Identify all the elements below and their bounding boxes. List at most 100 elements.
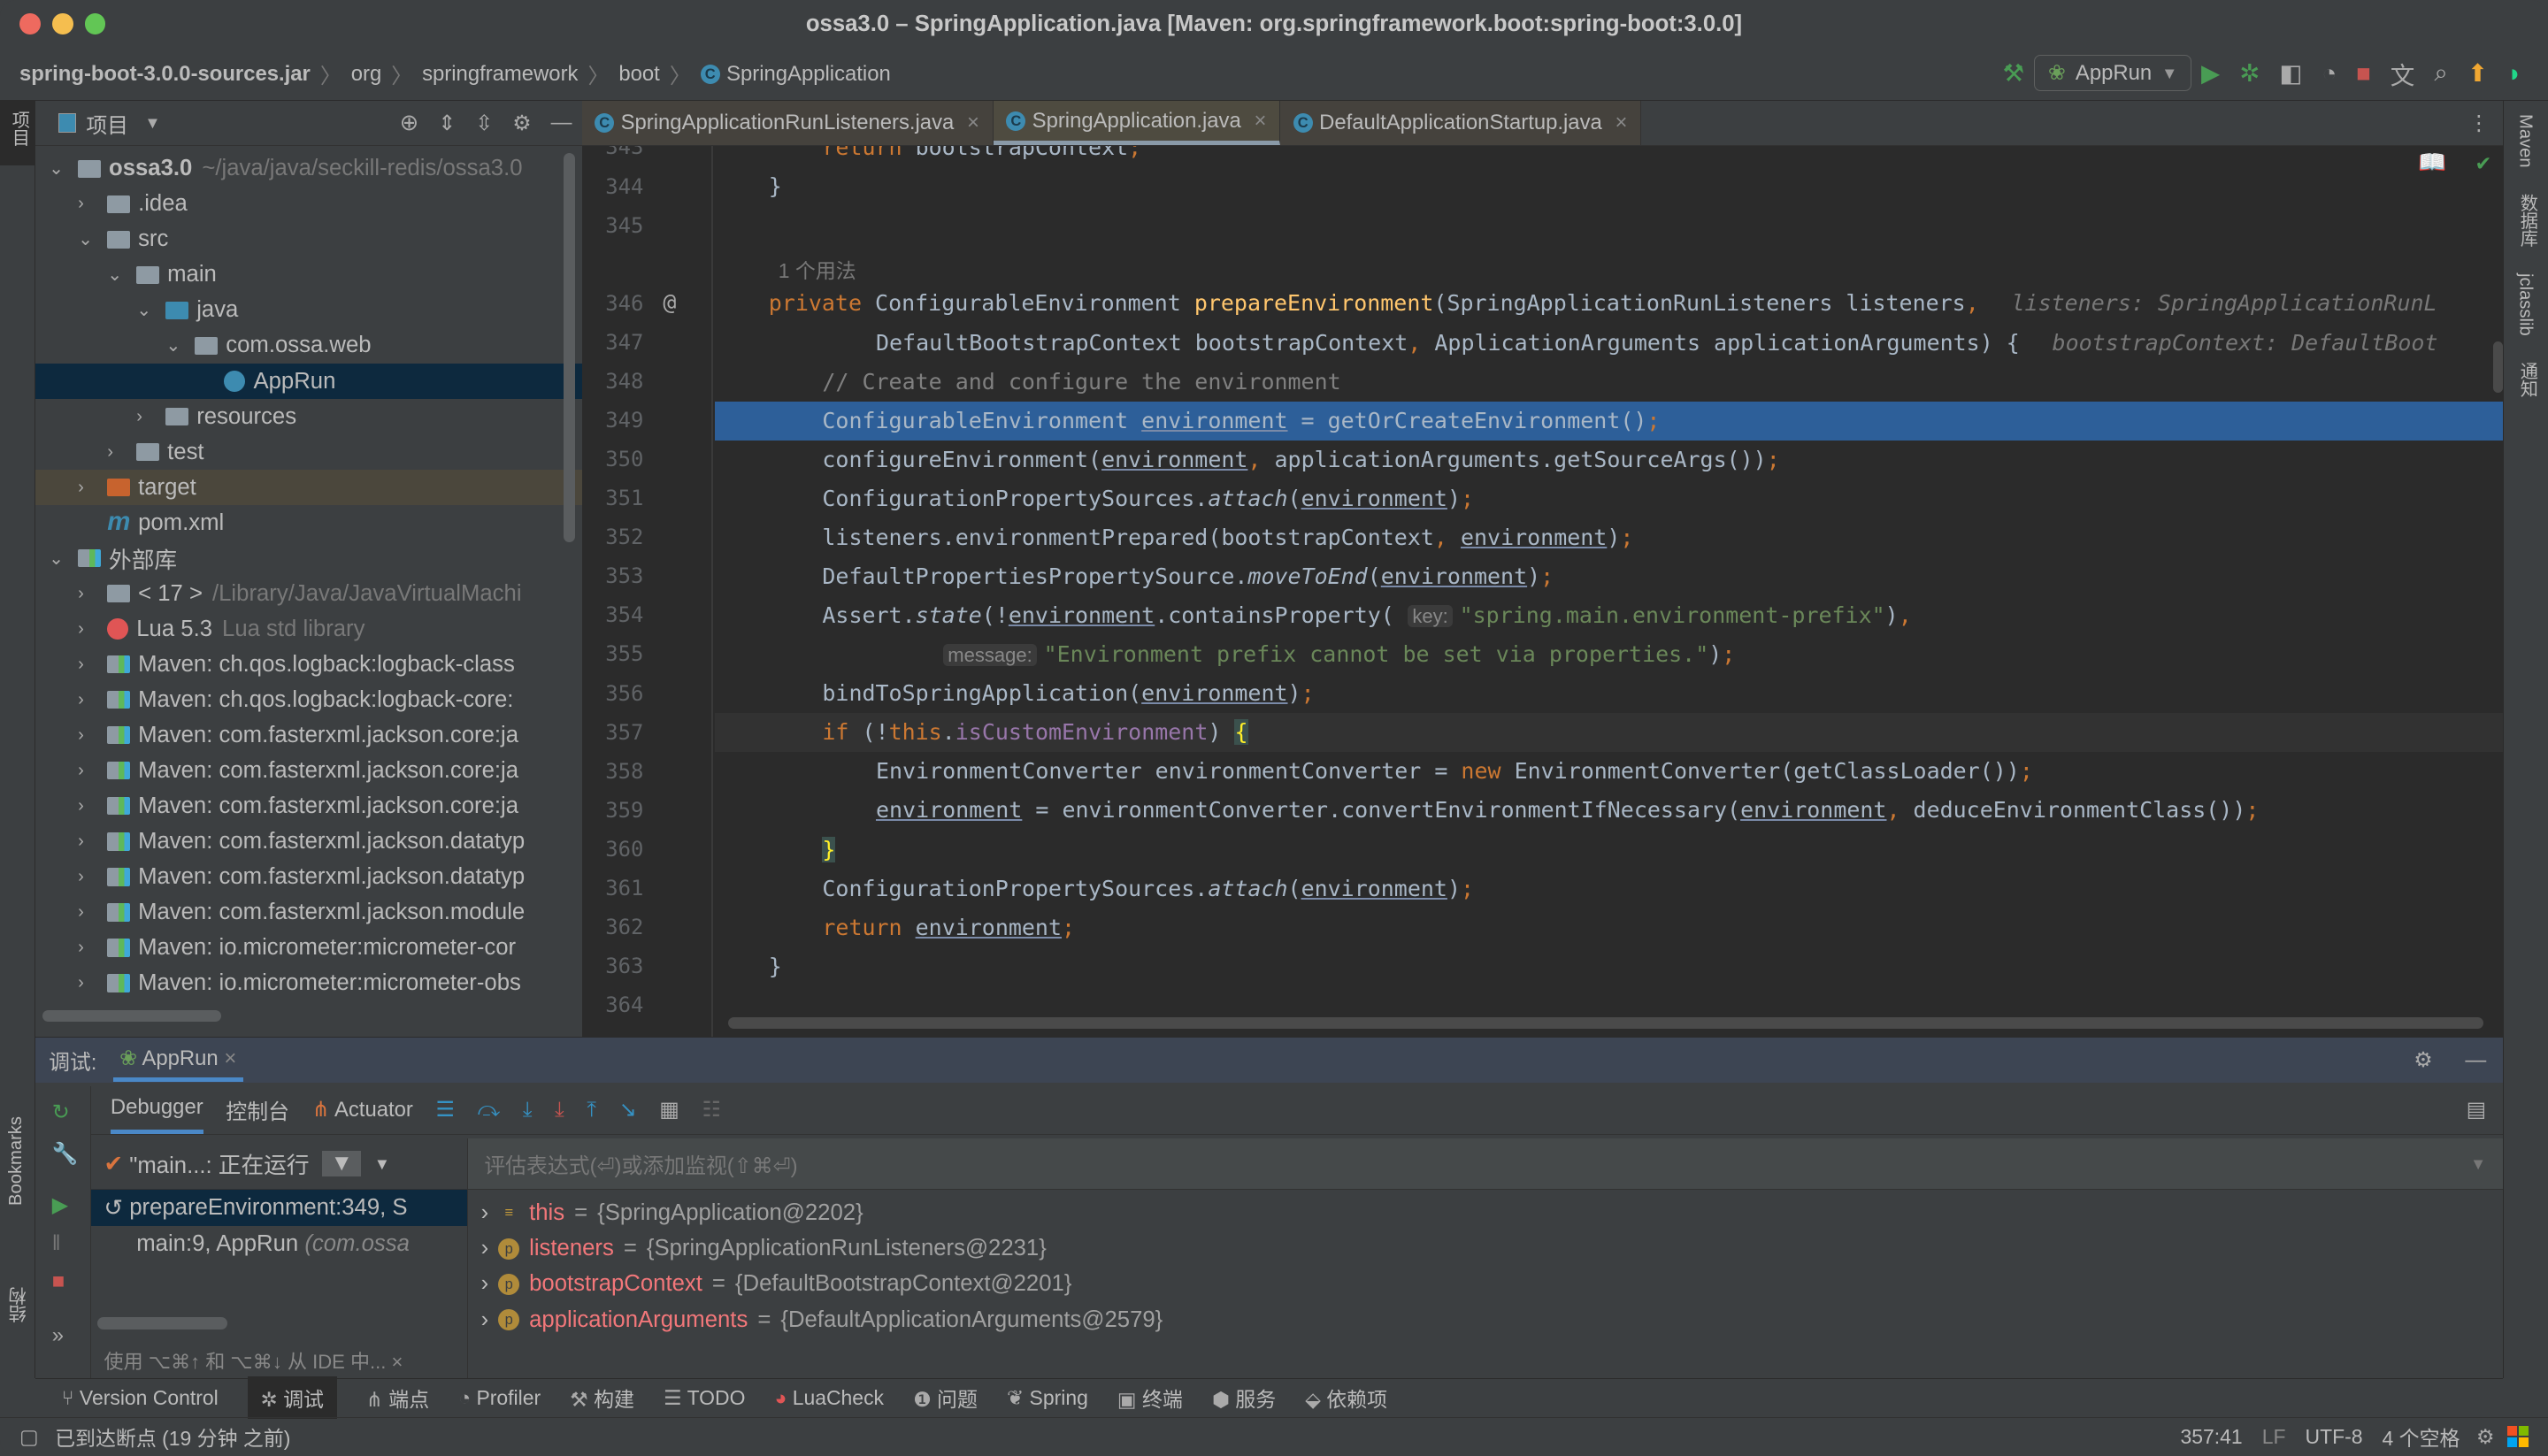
chevron-icon[interactable]: › — [78, 725, 101, 746]
expand-all-icon[interactable]: ⇕ — [438, 111, 475, 136]
close-icon[interactable]: × — [1615, 111, 1627, 135]
tree-item[interactable]: › Maven: com.fasterxml.jackson.datatyp — [35, 859, 581, 894]
tool-window-vcs[interactable]: ⑂ Version Control — [62, 1386, 219, 1410]
caret-position[interactable]: 357:41 — [2180, 1425, 2242, 1449]
usage-hint[interactable]: 1 个用法 — [779, 254, 856, 284]
run-configuration-select[interactable]: ❀ AppRun ▼ — [2034, 55, 2192, 91]
line-number[interactable]: 363 — [582, 954, 643, 978]
step-into-icon[interactable]: ⤓ — [523, 1098, 533, 1123]
tree-item[interactable]: ⌄ src — [35, 222, 581, 257]
tab-console[interactable]: 控制台 — [226, 1094, 289, 1125]
update-icon[interactable]: ⬆ — [2467, 59, 2488, 88]
database-tool-button[interactable]: 数据库 — [2504, 180, 2548, 260]
breadcrumb-boot[interactable]: boot — [618, 62, 659, 87]
chevron-right-icon[interactable]: › — [481, 1271, 489, 1297]
step-out-icon[interactable]: ⤒ — [587, 1098, 596, 1123]
breadcrumb-org[interactable]: org — [351, 62, 381, 87]
settings-wrench-icon[interactable]: 🔧 — [35, 1138, 89, 1169]
tree-item[interactable]: ⌄ com.ossa.web — [35, 328, 581, 364]
chevron-icon[interactable]: › — [107, 442, 130, 463]
chevron-icon[interactable]: › — [78, 478, 101, 498]
maven-tool-button[interactable]: Maven — [2504, 101, 2547, 180]
coverage-icon[interactable]: ◧ — [2279, 59, 2302, 88]
more-icon[interactable]: » — [35, 1300, 89, 1370]
tool-window-todo[interactable]: ☰ TODO — [664, 1386, 745, 1410]
close-icon[interactable]: × — [967, 111, 979, 135]
tool-window-services[interactable]: ⬢ 服务 — [1212, 1383, 1276, 1413]
breadcrumb-springframework[interactable]: springframework — [422, 62, 578, 87]
tree-horizontal-scrollbar[interactable] — [42, 1010, 221, 1023]
more-tabs-icon[interactable]: ⋮ — [2468, 111, 2490, 136]
status-message[interactable]: 已到达断点 (19 分钟 之前) — [55, 1422, 290, 1452]
frame-item[interactable]: ↺ prepareEnvironment:349, S — [90, 1190, 467, 1226]
line-number[interactable]: 345 — [582, 213, 643, 238]
evaluate-expression-input[interactable]: 评估表达式(⏎)或添加监视(⇧⌘⏎) ▼ — [467, 1138, 2503, 1191]
tab-actuator[interactable]: ⋔ Actuator — [312, 1097, 413, 1123]
tree-item[interactable]: › Maven: ch.qos.logback:logback-core: — [35, 682, 581, 717]
tree-vertical-scrollbar[interactable] — [564, 152, 576, 543]
tree-item[interactable]: › target — [35, 470, 582, 506]
line-number[interactable]: 360 — [582, 837, 643, 862]
stop-icon[interactable]: ■ — [2356, 59, 2371, 88]
evaluate-calculator-icon[interactable]: ▦ — [659, 1097, 679, 1123]
editor-horizontal-scrollbar[interactable] — [727, 1016, 2483, 1029]
toggle-tool-windows-icon[interactable]: ▢ — [19, 1425, 39, 1449]
reader-mode-book-icon[interactable]: 📖 — [2418, 149, 2446, 176]
chevron-icon[interactable]: ⌄ — [165, 334, 188, 356]
line-number[interactable]: 364 — [582, 992, 643, 1017]
breadcrumb-class[interactable]: SpringApplication — [726, 62, 891, 87]
line-number[interactable]: 362 — [582, 915, 643, 939]
profiler-icon[interactable]: ◔ — [2322, 59, 2337, 88]
tool-window-debug[interactable]: ✲ 调试 — [247, 1376, 337, 1420]
line-number[interactable]: 356 — [582, 681, 643, 706]
tree-item[interactable]: › Maven: com.fasterxml.jackson.core:ja — [35, 788, 581, 824]
trace-icon[interactable]: ☷ — [702, 1097, 721, 1123]
line-number[interactable]: 343 — [582, 146, 643, 159]
tool-window-endpoints[interactable]: ⋔ 端点 — [366, 1383, 429, 1413]
thread-select[interactable]: ✔ "main...: 正在运行 ▼ ▼ — [90, 1138, 467, 1191]
editor-vertical-scrollbar[interactable] — [2492, 341, 2503, 394]
jclasslib-tool-button[interactable]: jclasslib — [2504, 260, 2547, 349]
chevron-icon[interactable]: › — [78, 761, 101, 781]
line-number[interactable]: 344 — [582, 174, 643, 199]
chevron-icon[interactable]: › — [78, 619, 101, 640]
variable-row[interactable]: › p listeners = {SpringApplicationRunListene… — [468, 1230, 2503, 1266]
locate-icon[interactable]: ⊕ — [400, 110, 439, 136]
chevron-icon[interactable]: ⌄ — [49, 548, 72, 570]
search-icon[interactable]: ⌕ — [2434, 58, 2447, 88]
close-icon[interactable]: × — [1254, 109, 1266, 134]
close-icon[interactable]: × — [224, 1046, 236, 1070]
tree-item[interactable]: › < 17 > /Library/Java/JavaVirtualMachi — [35, 576, 581, 611]
breadcrumb-jar[interactable]: spring-boot-3.0.0-sources.jar — [19, 62, 311, 87]
hide-icon[interactable]: — — [2465, 1048, 2486, 1073]
notifications-tool-button[interactable]: 通知 — [2504, 349, 2548, 410]
chevron-icon[interactable]: › — [78, 796, 101, 816]
chevron-icon[interactable]: ⌄ — [136, 299, 159, 321]
tool-window-terminal[interactable]: ▣ 终端 — [1117, 1383, 1183, 1413]
hide-icon[interactable]: — — [551, 111, 572, 135]
code-style-icon[interactable]: ⚙ — [2476, 1425, 2495, 1449]
tree-item[interactable]: › test — [35, 434, 581, 470]
tab-debugger[interactable]: Debugger — [110, 1085, 203, 1135]
chevron-right-icon[interactable]: › — [481, 1200, 489, 1226]
bookmarks-tool-button[interactable]: Bookmarks — [6, 1116, 27, 1212]
line-number[interactable]: 353 — [582, 563, 643, 588]
frame-item[interactable]: main:9, AppRun (com.ossa — [91, 1226, 467, 1261]
line-number[interactable]: 349 — [582, 408, 643, 433]
line-number[interactable]: 355 — [582, 641, 643, 666]
chevron-icon[interactable]: › — [78, 655, 101, 675]
line-number[interactable]: 351 — [582, 486, 643, 510]
project-tool-button[interactable]: 项目 — [0, 100, 35, 166]
resume-icon[interactable]: ▶ — [35, 1170, 89, 1225]
tree-item[interactable]: › Maven: com.fasterxml.jackson.core:ja — [35, 753, 581, 788]
translate-icon[interactable]: 文 — [2391, 56, 2415, 91]
chevron-icon[interactable]: ⌄ — [49, 157, 72, 180]
run-icon[interactable]: ▶ — [2201, 59, 2220, 88]
tree-item[interactable]: m pom.xml — [35, 505, 581, 540]
line-separator[interactable]: LF — [2262, 1425, 2286, 1449]
layout-icon[interactable]: ▤ — [2467, 1097, 2487, 1123]
tree-item[interactable]: ⌄ main — [35, 257, 581, 293]
indent-setting[interactable]: 4 个空格 — [2383, 1422, 2460, 1452]
chevron-icon[interactable]: › — [78, 902, 101, 923]
chevron-down-icon[interactable]: ▼ — [144, 113, 160, 133]
